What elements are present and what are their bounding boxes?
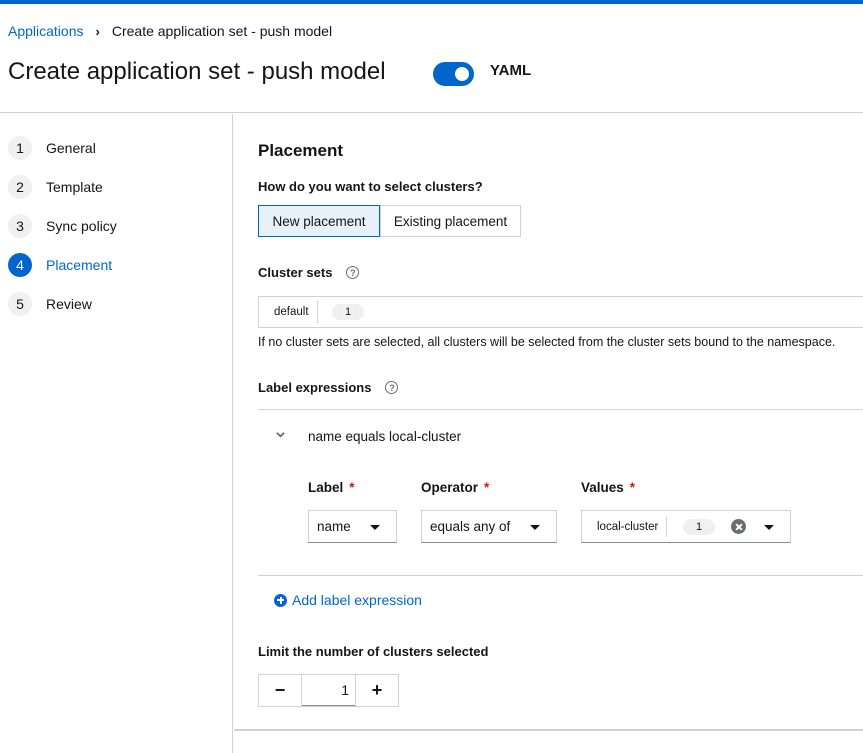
values-field-label: Values * — [581, 480, 635, 495]
existing-placement-button[interactable]: Existing placement — [380, 205, 521, 237]
label-select-value: name — [317, 519, 351, 534]
step-template[interactable]: 2 Template — [8, 175, 103, 199]
field-label-text: Values — [581, 480, 624, 495]
step-sync-policy[interactable]: 3 Sync policy — [8, 214, 117, 238]
step-placement[interactable]: 4 Placement — [8, 253, 112, 277]
step-label: Template — [46, 179, 103, 195]
yaml-toggle[interactable] — [433, 62, 474, 86]
label-expression-title[interactable]: name equals local-cluster — [308, 429, 461, 444]
page-header: Applications › Create application set - … — [0, 4, 863, 113]
cluster-set-chip: default — [266, 301, 318, 323]
cluster-sets-select[interactable]: default 1 — [258, 296, 863, 328]
limit-clusters-input[interactable]: 1 — [302, 675, 355, 706]
step-label: Placement — [46, 257, 113, 273]
chip-count-badge[interactable]: 1 — [332, 304, 364, 320]
field-label-text: Operator — [421, 480, 479, 495]
breadcrumb-current: Create application set - push model — [111, 23, 333, 39]
limit-clusters-stepper: − 1 + — [258, 674, 399, 707]
help-icon[interactable]: ? — [385, 381, 399, 394]
toggle-knob — [455, 67, 469, 81]
step-label: General — [46, 140, 96, 156]
breadcrumb: Applications › Create application set - … — [8, 23, 332, 39]
chevron-right-icon: › — [95, 23, 100, 39]
cluster-sets-label-row: Cluster sets ? — [258, 265, 360, 280]
operator-select-value: equals any of — [430, 519, 511, 534]
step-number: 5 — [8, 292, 32, 316]
new-placement-button[interactable]: New placement — [258, 205, 380, 237]
value-chip: local-cluster — [589, 516, 668, 537]
wizard-steps-nav: 1 General 2 Template 3 Sync policy 4 Pla… — [0, 114, 233, 753]
step-review[interactable]: 5 Review — [8, 292, 92, 316]
step-number: 2 — [8, 175, 32, 199]
select-clusters-question: How do you want to select clusters? — [258, 179, 483, 194]
page-title: Create application set - push model — [8, 58, 386, 85]
plus-circle-icon — [274, 593, 287, 607]
label-expressions-label-row: Label expressions ? — [258, 380, 399, 395]
divider — [258, 409, 863, 410]
label-select[interactable]: name — [308, 510, 397, 543]
step-number: 1 — [8, 136, 32, 160]
increment-button[interactable]: + — [355, 675, 398, 706]
caret-down-icon — [530, 525, 540, 530]
cluster-sets-helper-text: If no cluster sets are selected, all clu… — [258, 335, 836, 349]
required-mark: * — [484, 480, 490, 495]
caret-down-icon[interactable] — [764, 525, 774, 530]
values-select[interactable]: local-cluster 1 — [581, 510, 791, 543]
yaml-toggle-label: YAML — [490, 62, 532, 79]
add-label-expression-text: Add label expression — [292, 592, 422, 608]
times-circle-icon[interactable] — [731, 519, 746, 534]
operator-select[interactable]: equals any of — [421, 510, 557, 543]
cluster-sets-label: Cluster sets — [258, 265, 333, 280]
required-mark: * — [349, 480, 355, 495]
help-icon[interactable]: ? — [346, 266, 360, 279]
field-label-text: Label — [308, 480, 344, 495]
decrement-button[interactable]: − — [259, 675, 302, 706]
breadcrumb-applications-link[interactable]: Applications — [8, 23, 84, 39]
label-expressions-label: Label expressions — [258, 380, 372, 395]
section-title: Placement — [258, 141, 344, 160]
required-mark: * — [629, 480, 636, 495]
step-number: 3 — [8, 214, 32, 238]
add-label-expression-button[interactable]: Add label expression — [274, 592, 422, 608]
label-field-label: Label * — [308, 480, 355, 495]
step-number: 4 — [8, 253, 32, 277]
step-general[interactable]: 1 General — [8, 136, 96, 160]
chevron-down-icon[interactable] — [276, 430, 285, 439]
step-label: Sync policy — [46, 218, 117, 234]
step-label: Review — [46, 296, 92, 312]
placement-form: Placement How do you want to select clus… — [234, 114, 863, 753]
limit-clusters-label: Limit the number of clusters selected — [258, 644, 489, 659]
caret-down-icon — [370, 525, 380, 530]
chip-count-badge[interactable]: 1 — [683, 519, 715, 535]
divider — [258, 575, 863, 576]
operator-field-label: Operator * — [421, 480, 489, 495]
footer-divider — [234, 729, 863, 731]
